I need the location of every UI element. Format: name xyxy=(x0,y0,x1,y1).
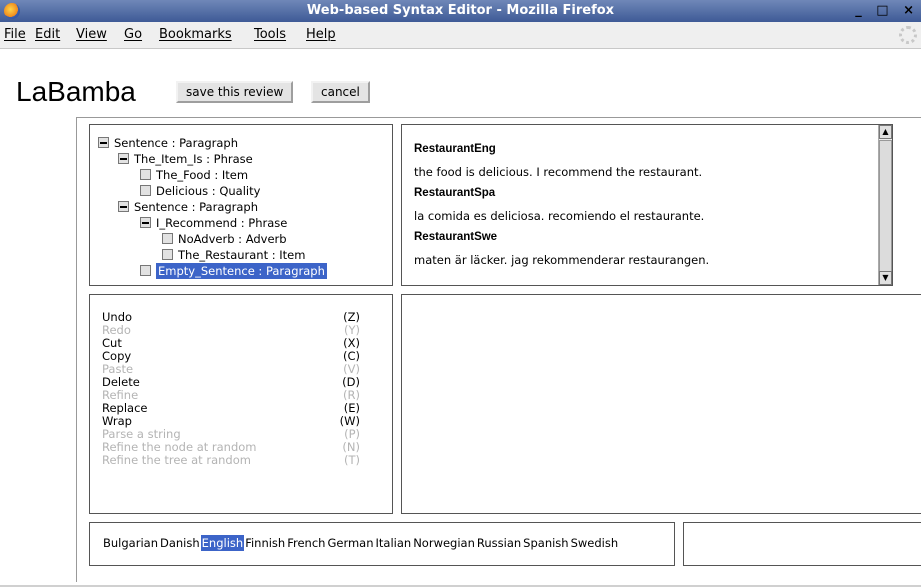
menu-file[interactable]: File xyxy=(4,27,26,43)
command-refine-tree-random: Refine the tree at random (T) xyxy=(102,454,360,467)
command-label: Parse a string xyxy=(102,427,181,441)
linearization-name: RestaurantSwe xyxy=(414,231,498,243)
language-norwegian[interactable]: Norwegian xyxy=(412,535,476,551)
leaf-box-icon xyxy=(162,233,173,244)
command-label: Refine xyxy=(102,388,139,402)
tree-node-label: The_Food : Item xyxy=(156,168,249,182)
page-title: LaBamba xyxy=(16,76,136,107)
leaf-box-icon xyxy=(140,265,151,276)
tree-node-label: NoAdverb : Adverb xyxy=(178,232,287,246)
command-delete[interactable]: Delete (D) xyxy=(102,376,360,389)
leaf-box-icon xyxy=(140,169,151,180)
editor-frame: Sentence : Paragraph The_Item_Is : Phras… xyxy=(76,117,921,582)
menu-help[interactable]: Help xyxy=(306,27,336,43)
command-label: Refine the tree at random xyxy=(102,453,251,467)
tree-node-label: Empty_Sentence : Paragraph xyxy=(156,263,327,279)
command-label: Refine the node at random xyxy=(102,440,257,454)
linearization-name: RestaurantEng xyxy=(414,143,496,155)
linearization-panel: RestaurantEng the food is delicious. I r… xyxy=(401,124,893,286)
languages-panel: Bulgarian Danish English Finnish French Germa… xyxy=(89,522,675,566)
language-french[interactable]: French xyxy=(286,535,326,551)
tree-node-label: The_Item_Is : Phrase xyxy=(134,152,253,166)
command-label: Redo xyxy=(102,323,131,337)
window-title: Web-based Syntax Editor - Mozilla Firefo… xyxy=(306,3,615,18)
leaf-box-icon xyxy=(162,249,173,260)
command-label: Wrap xyxy=(102,414,132,428)
command-label: Delete xyxy=(102,375,140,389)
language-finnish[interactable]: Finnish xyxy=(244,535,286,551)
menu-edit[interactable]: Edit xyxy=(35,27,60,43)
cancel-button[interactable]: cancel xyxy=(311,81,370,103)
collapse-icon[interactable] xyxy=(118,201,129,212)
language-italian[interactable]: Italian xyxy=(375,535,413,551)
tree-node-label: I_Recommend : Phrase xyxy=(156,216,288,230)
linearization-text: la comida es deliciosa. recomiendo el re… xyxy=(414,209,705,223)
command-cut[interactable]: Cut (X) xyxy=(102,337,360,350)
command-copy[interactable]: Copy (C) xyxy=(102,350,360,363)
language-bulgarian[interactable]: Bulgarian xyxy=(102,535,159,551)
scroll-up-icon[interactable]: ▲ xyxy=(879,125,892,139)
command-label: Replace xyxy=(102,401,148,415)
tree-node-label: The_Restaurant : Item xyxy=(178,248,306,262)
tree-node-label: Delicious : Quality xyxy=(156,184,261,198)
command-label: Cut xyxy=(102,336,122,350)
language-spanish[interactable]: Spanish xyxy=(522,535,569,551)
leaf-box-icon xyxy=(140,185,151,196)
collapse-icon[interactable] xyxy=(140,217,151,228)
language-english[interactable]: English xyxy=(200,535,245,551)
language-russian[interactable]: Russian xyxy=(476,535,522,551)
refinement-panel xyxy=(401,294,921,514)
collapse-icon[interactable] xyxy=(98,137,109,148)
linearization-text: maten är läcker. jag rekommenderar resta… xyxy=(414,253,710,267)
command-undo[interactable]: Undo (Z) xyxy=(102,311,360,324)
command-replace[interactable]: Replace (E) xyxy=(102,402,360,415)
window-titlebar[interactable]: Web-based Syntax Editor - Mozilla Firefo… xyxy=(0,0,921,22)
command-redo: Redo (Y) xyxy=(102,324,360,337)
language-list: Bulgarian Danish English Finnish French Germa… xyxy=(102,535,619,551)
menu-view[interactable]: View xyxy=(76,27,107,43)
commands-panel: Undo (Z) Redo (Y) Cut (X) Copy (C) Paste (V) … xyxy=(89,294,393,514)
page-content: LaBamba save this review cancel Sentence… xyxy=(0,48,921,587)
menu-tools[interactable]: Tools xyxy=(254,27,286,43)
linearization-text: the food is delicious. I recommend the r… xyxy=(414,165,703,179)
language-swedish[interactable]: Swedish xyxy=(570,535,620,551)
language-danish[interactable]: Danish xyxy=(159,535,201,551)
menu-go[interactable]: Go xyxy=(124,27,142,43)
scroll-thumb[interactable] xyxy=(879,140,892,275)
throbber-icon xyxy=(899,26,917,44)
vertical-scrollbar[interactable]: ▲ ▼ xyxy=(878,125,892,285)
command-label: Undo xyxy=(102,310,133,324)
tree-node-label: Sentence : Paragraph xyxy=(114,136,239,150)
command-key: (T) xyxy=(344,453,360,467)
save-review-button[interactable]: save this review xyxy=(176,81,294,103)
language-german[interactable]: German xyxy=(326,535,374,551)
collapse-icon[interactable] xyxy=(118,153,129,164)
tree-panel: Sentence : Paragraph The_Item_Is : Phras… xyxy=(89,124,393,286)
tree-node-label: Sentence : Paragraph xyxy=(134,200,259,214)
linearization-name: RestaurantSpa xyxy=(414,187,496,199)
menu-bar: File Edit View Go Bookmarks Tools Help xyxy=(0,22,921,48)
menu-bookmarks[interactable]: Bookmarks xyxy=(159,27,232,43)
command-label: Paste xyxy=(102,362,134,376)
firefox-logo-icon xyxy=(4,3,20,19)
scroll-down-icon[interactable]: ▼ xyxy=(879,271,892,285)
command-label: Copy xyxy=(102,349,132,363)
command-paste: Paste (V) xyxy=(102,363,360,376)
window-controls[interactable]: _ □ × xyxy=(855,1,919,21)
status-panel xyxy=(683,522,921,566)
